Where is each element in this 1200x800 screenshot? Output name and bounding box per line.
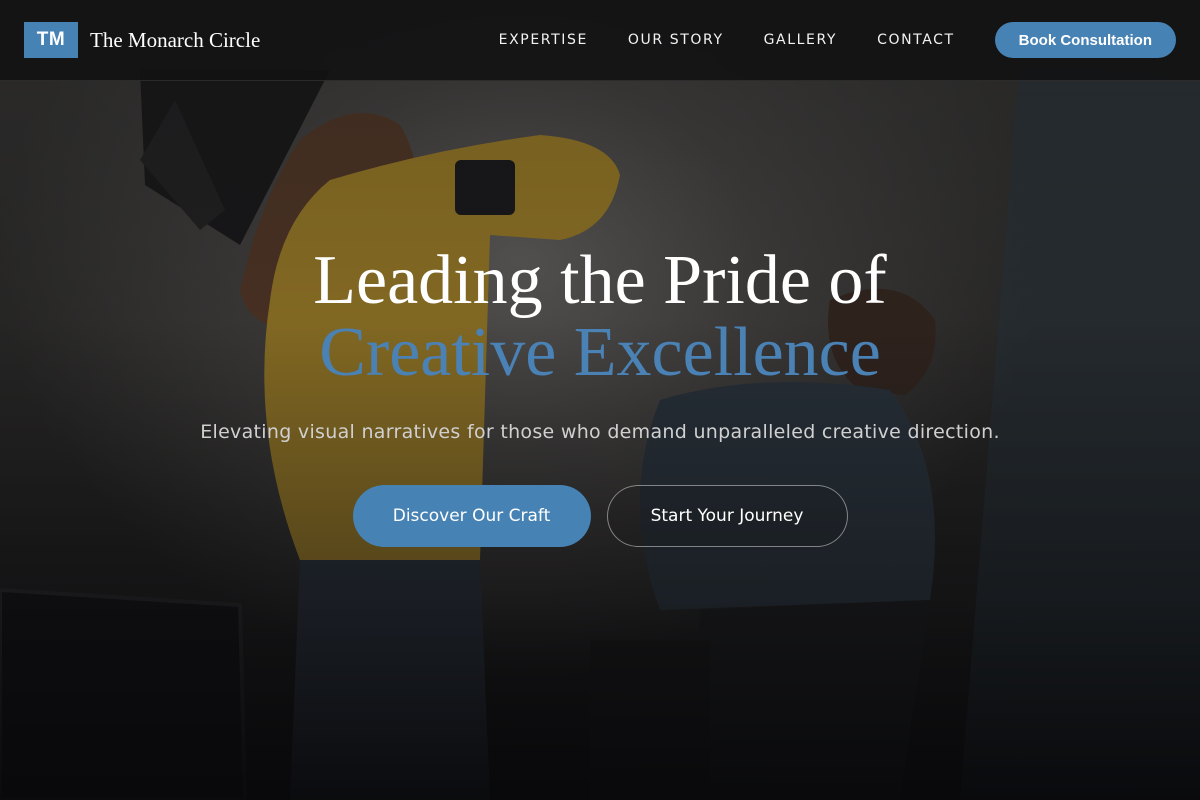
nav-link-our-story[interactable]: OUR STORY xyxy=(628,32,724,48)
book-consultation-button[interactable]: Book Consultation xyxy=(994,22,1176,58)
brand-name: The Monarch Circle xyxy=(90,27,261,52)
hero-actions: Discover Our Craft Start Your Journey xyxy=(0,485,1200,547)
discover-craft-button[interactable]: Discover Our Craft xyxy=(352,485,591,547)
hero-section: Leading the Pride of Creative Excellence… xyxy=(0,245,1200,547)
hero-subtitle: Elevating visual narratives for those wh… xyxy=(200,421,1000,443)
main-navigation: EXPERTISE OUR STORY GALLERY CONTACT Book… xyxy=(499,22,1176,58)
brand-logo-link[interactable]: TM The Monarch Circle xyxy=(24,22,260,58)
hero-headline: Leading the Pride of Creative Excellence xyxy=(0,245,1200,389)
hero-headline-accent: Creative Excellence xyxy=(319,314,881,391)
nav-link-expertise[interactable]: EXPERTISE xyxy=(499,32,588,48)
nav-link-gallery[interactable]: GALLERY xyxy=(764,32,837,48)
site-header: TM The Monarch Circle EXPERTISE OUR STOR… xyxy=(0,0,1200,81)
start-journey-button[interactable]: Start Your Journey xyxy=(606,485,848,547)
brand-monogram: TM xyxy=(24,22,78,58)
hero-headline-line1: Leading the Pride of xyxy=(313,242,887,319)
nav-link-contact[interactable]: CONTACT xyxy=(877,32,955,48)
